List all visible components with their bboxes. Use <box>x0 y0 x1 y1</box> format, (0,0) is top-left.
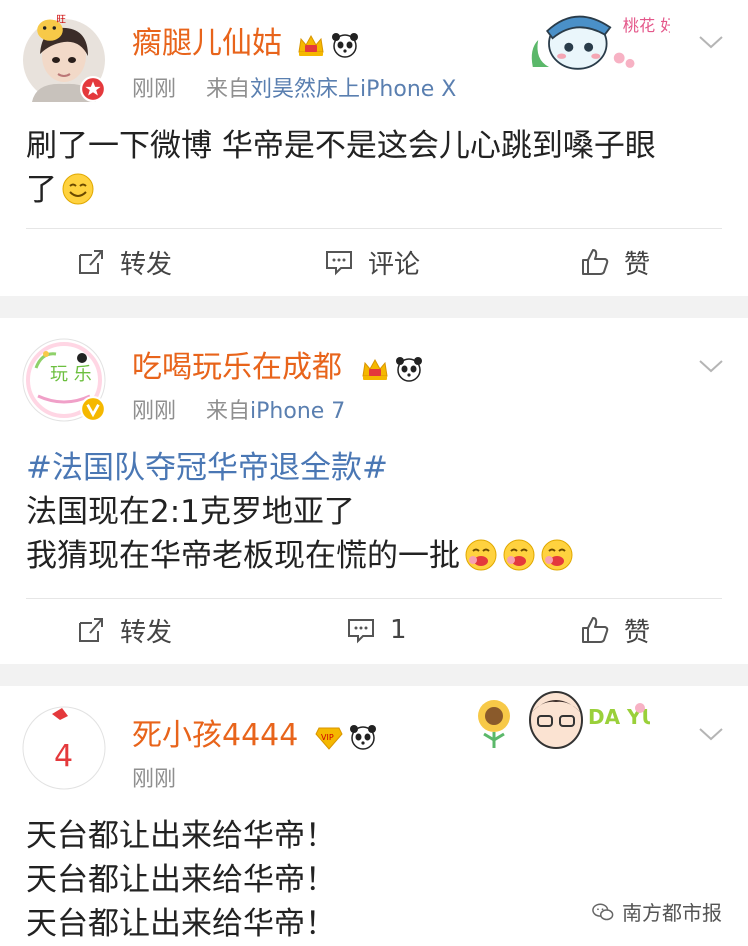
post-text-line: 了 <box>26 172 57 208</box>
post-time: 刚刚 <box>132 77 177 102</box>
post-text-line: 天台都让出来给华帝！ <box>26 818 336 854</box>
verified-badge-icon <box>80 396 106 422</box>
vip-star-badge-icon <box>80 76 106 102</box>
topic-hashtag-link[interactable]: #法国队夺冠华帝退全款# <box>26 446 726 490</box>
chevron-down-icon[interactable] <box>698 358 724 374</box>
smile-emoji-icon <box>62 173 94 205</box>
via-prefix: 来自 <box>206 399 251 424</box>
comment-icon <box>326 251 352 276</box>
repost-icon <box>79 618 103 642</box>
like-label: 赞 <box>624 617 651 648</box>
post-text-line: 我猜现在华帝老板现在慌的一批 <box>26 538 460 574</box>
repost-icon <box>79 250 103 274</box>
like-button[interactable]: 赞 <box>580 598 650 662</box>
via-source: 刘昊然床上iPhone X <box>250 77 457 102</box>
drool-emoji-icon <box>465 539 497 571</box>
thumbs-up-icon <box>582 249 609 275</box>
username[interactable]: 吃喝玩乐在成都 <box>132 350 342 386</box>
doge-sticker-icon: 旺 <box>37 15 66 41</box>
comment-label: 评论 <box>368 249 421 280</box>
comment-button[interactable]: 评论 <box>324 230 420 294</box>
chevron-down-icon[interactable] <box>698 34 724 50</box>
post-time: 刚刚 <box>132 399 177 424</box>
user-avatar[interactable]: 玩 乐 <box>22 338 106 422</box>
username[interactable]: 死小孩4444 <box>132 718 298 754</box>
crown-badge-icon <box>298 34 324 56</box>
like-label: 赞 <box>624 249 651 280</box>
post-text-line: 刷了一下微博 华帝是不是这会儿心跳到嗓子眼 <box>26 128 656 164</box>
divider <box>26 228 722 229</box>
via-source: iPhone 7 <box>250 399 346 424</box>
action-bar: 转发 1 赞 <box>0 598 748 662</box>
post-body: #法国队夺冠华帝退全款# 法国现在2:1克罗地亚了 我猜现在华帝老板现在慌的一批 <box>26 446 726 578</box>
comment-count: 1 <box>390 615 407 645</box>
thumbs-up-icon <box>582 617 609 643</box>
svg-text:VIP: VIP <box>321 733 334 742</box>
watermark: 南方都市报 <box>588 895 726 928</box>
action-bar: 转发 评论 赞 <box>0 230 748 294</box>
crown-badge-icon <box>362 358 388 380</box>
comment-icon <box>348 619 374 644</box>
svg-text:旺: 旺 <box>56 15 66 26</box>
wechat-icon <box>592 902 614 920</box>
user-avatar[interactable]: 4 <box>22 706 106 790</box>
username[interactable]: 瘸腿儿仙姑 <box>132 26 282 62</box>
comment-button[interactable]: 1 <box>346 598 407 662</box>
post-time: 刚刚 <box>132 767 177 792</box>
chevron-down-icon[interactable] <box>698 726 724 742</box>
watermark-text: 南方都市报 <box>622 901 722 925</box>
drool-emoji-icon <box>503 539 535 571</box>
avatar-text: 玩 乐 <box>50 364 92 385</box>
panda-icon <box>396 357 422 382</box>
post-card-2: 玩 乐 吃喝玩乐在成都 刚刚 来自iPhone 7 #法国队夺冠华帝退全款# 法… <box>0 318 748 664</box>
repost-label: 转发 <box>120 617 173 648</box>
decorative-sticker-sunflower: DA YUAN <box>478 691 650 749</box>
avatar-text: 4 <box>54 739 73 774</box>
repost-button[interactable]: 转发 <box>76 230 172 294</box>
post-card-1: 旺 瘸腿儿仙姑 刚刚 来自刘昊然床上iPhone X 桃花 好旺 刷了一下 <box>0 0 748 296</box>
post-meta: 刚刚 <box>132 766 176 794</box>
like-button[interactable]: 赞 <box>580 230 650 294</box>
drool-emoji-icon <box>541 539 573 571</box>
user-avatar[interactable]: 旺 <box>22 15 106 102</box>
decorative-sticker-boy: 桃花 好旺 <box>531 15 670 70</box>
sticker-text: 桃花 好旺 <box>623 16 670 35</box>
repost-label: 转发 <box>120 249 173 280</box>
repost-button[interactable]: 转发 <box>76 598 172 662</box>
post-meta: 刚刚 来自iPhone 7 <box>132 398 345 426</box>
post-body: 刷了一下微博 华帝是不是这会儿心跳到嗓子眼 了 <box>26 124 726 212</box>
panda-icon <box>350 725 376 750</box>
post-meta: 刚刚 来自刘昊然床上iPhone X <box>132 76 456 104</box>
panda-icon <box>332 33 358 58</box>
via-prefix: 来自 <box>206 77 251 102</box>
vip-diamond-badge-icon: VIP <box>315 727 343 750</box>
post-text-line: 法国现在2:1克罗地亚了 <box>26 494 355 530</box>
